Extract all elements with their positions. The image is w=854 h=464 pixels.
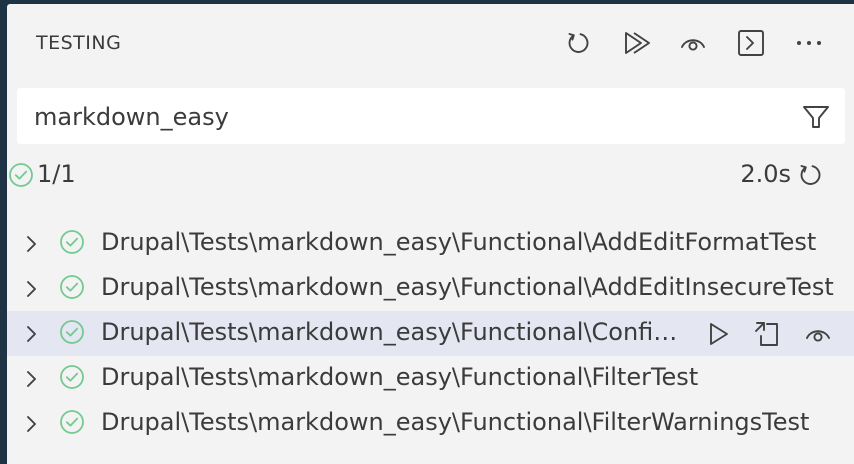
chevron-right-icon[interactable] <box>23 278 41 300</box>
eye-icon <box>679 31 707 55</box>
run-all-icon <box>621 29 651 57</box>
test-tree: Drupal\Tests\markdown_easy\Functional\Ad… <box>7 221 854 446</box>
testing-panel: TESTING markdown_easy 1/1 2.0s Drupal\Te… <box>7 4 854 464</box>
test-result-count: 1/1 <box>37 160 76 188</box>
passed-icon <box>58 228 86 260</box>
passed-icon <box>58 408 86 440</box>
more-actions-icon <box>795 39 823 47</box>
test-row[interactable]: Drupal\Tests\markdown_easy\Functional\Ad… <box>7 221 854 266</box>
panel-header: TESTING <box>7 4 854 76</box>
run-test-icon[interactable] <box>701 317 735 351</box>
test-duration: 2.0s <box>740 160 791 188</box>
passed-icon <box>58 363 86 395</box>
terminal-icon <box>736 28 766 58</box>
test-label: Drupal\Tests\markdown_easy\Functional\Co… <box>101 318 687 346</box>
panel-title: TESTING <box>36 32 122 54</box>
test-label: Drupal\Tests\markdown_easy\Functional\Fi… <box>101 363 699 391</box>
test-filter-input[interactable]: markdown_easy <box>17 88 845 144</box>
chevron-right-icon[interactable] <box>23 323 41 345</box>
test-row-hovered[interactable]: Drupal\Tests\markdown_easy\Functional\Co… <box>7 311 854 356</box>
chevron-right-icon[interactable] <box>23 233 41 255</box>
rerun-icon[interactable] <box>795 160 825 190</box>
test-label: Drupal\Tests\markdown_easy\Functional\Fi… <box>101 408 810 436</box>
test-row[interactable]: Drupal\Tests\markdown_easy\Functional\Ad… <box>7 266 854 311</box>
chevron-right-icon[interactable] <box>23 368 41 390</box>
filter-value[interactable]: markdown_easy <box>34 103 229 131</box>
chevron-right-icon[interactable] <box>23 413 41 435</box>
test-row[interactable]: Drupal\Tests\markdown_easy\Functional\Fi… <box>7 401 854 446</box>
passed-icon <box>58 318 86 350</box>
row-actions <box>701 317 851 351</box>
continuous-run-button[interactable] <box>676 26 710 60</box>
filter-icon[interactable] <box>801 102 831 132</box>
test-label: Drupal\Tests\markdown_easy\Functional\Ad… <box>101 273 834 301</box>
refresh-tests-button[interactable] <box>561 26 595 60</box>
show-output-button[interactable] <box>734 26 768 60</box>
run-all-tests-button[interactable] <box>619 26 653 60</box>
test-row[interactable]: Drupal\Tests\markdown_easy\Functional\Fi… <box>7 356 854 401</box>
watch-test-icon[interactable] <box>801 317 835 351</box>
more-actions-button[interactable] <box>792 26 826 60</box>
refresh-icon <box>564 29 592 57</box>
go-to-test-icon[interactable] <box>751 317 785 351</box>
test-label: Drupal\Tests\markdown_easy\Functional\Ad… <box>101 228 817 256</box>
passed-icon <box>58 273 86 305</box>
passed-icon <box>7 161 35 193</box>
